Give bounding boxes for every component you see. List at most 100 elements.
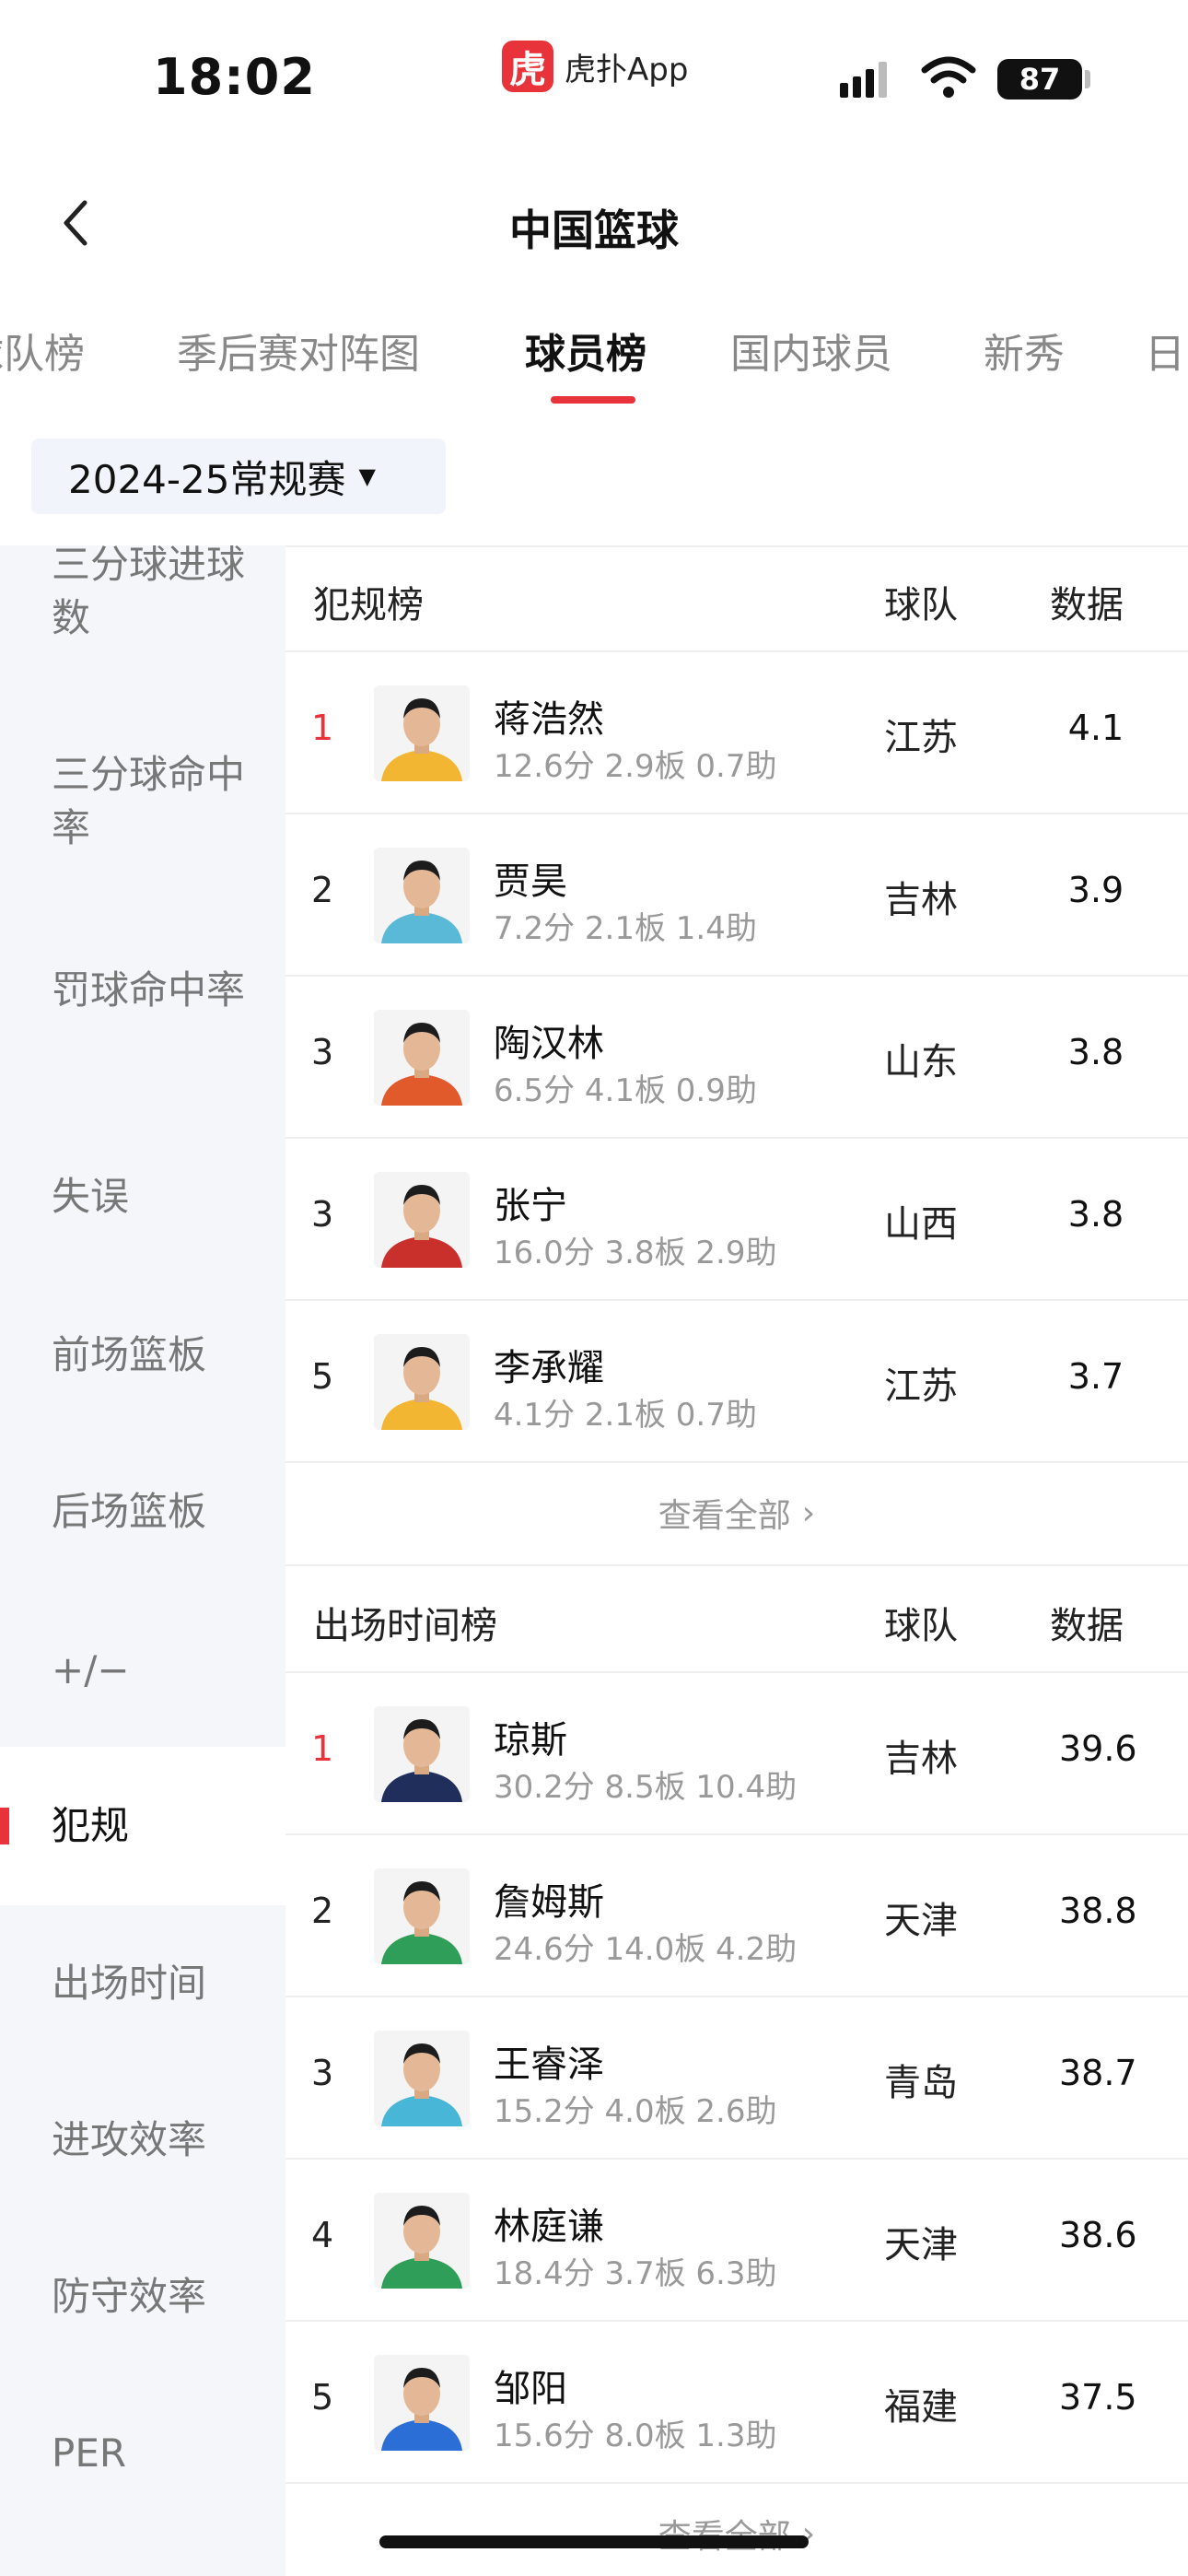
- fouls-board-header: 犯规榜 球队 数据: [285, 545, 1188, 652]
- player-row[interactable]: 4 林庭谦 18.4分 3.7板 6.3助 天津 38.6: [285, 2160, 1188, 2322]
- player-name[interactable]: 林庭谦: [494, 2196, 604, 2250]
- player-season-stats: 30.2分 8.5板 10.4助: [494, 1769, 798, 1806]
- tab-domestic-players[interactable]: 国内球员: [730, 321, 892, 380]
- tab-rookies[interactable]: 新秀: [984, 321, 1065, 380]
- player-team: 江苏: [884, 1365, 958, 1408]
- player-avatar[interactable]: [374, 1868, 470, 1964]
- player-avatar[interactable]: [374, 1010, 470, 1106]
- player-rank: 1: [311, 1728, 334, 1769]
- sidebar-item-fouls[interactable]: 犯规: [0, 1747, 285, 1905]
- sidebar-item-minutes[interactable]: 出场时间: [0, 1957, 285, 2010]
- tab-player-rank[interactable]: 球员榜: [525, 321, 646, 380]
- player-name[interactable]: 邹阳: [494, 2359, 567, 2412]
- sidebar-item-plus-minus[interactable]: +/−: [0, 1644, 285, 1697]
- active-category-marker: [0, 1808, 9, 1844]
- sidebar-item-three-point-pct[interactable]: 三分球命中率: [0, 748, 285, 855]
- player-row[interactable]: 3 张宁 16.0分 3.8板 2.9助 山西 3.8: [285, 1139, 1188, 1301]
- player-avatar[interactable]: [374, 1706, 470, 1802]
- player-season-stats: 15.6分 8.0板 1.3助: [494, 2418, 777, 2454]
- player-row[interactable]: 5 邹阳 15.6分 8.0板 1.3助 福建 37.5: [285, 2322, 1188, 2484]
- minutes-board-header: 出场时间榜 球队 数据: [285, 1566, 1188, 1673]
- sidebar-item-fouls-label: 犯规: [52, 1803, 130, 1848]
- player-rank: 5: [311, 2377, 334, 2418]
- caret-down-icon: ▼: [358, 463, 376, 489]
- chevron-right-icon: ›: [801, 1493, 816, 1532]
- active-tab-indicator: [551, 396, 635, 404]
- player-row[interactable]: 2 詹姆斯 24.6分 14.0板 4.2助 天津 38.8: [285, 1835, 1188, 1997]
- player-name[interactable]: 詹姆斯: [494, 1872, 604, 1926]
- minutes-view-all-link[interactable]: 查看全部 ›: [285, 2482, 1188, 2576]
- player-row[interactable]: 3 陶汉林 6.5分 4.1板 0.9助 山东 3.8: [285, 977, 1188, 1139]
- fouls-view-all-link[interactable]: 查看全部 ›: [285, 1461, 1188, 1566]
- sidebar-item-offensive-rating[interactable]: 进攻效率: [0, 2113, 285, 2167]
- player-avatar[interactable]: [374, 2031, 470, 2126]
- player-stat-value: 4.1: [1067, 708, 1124, 748]
- player-team: 青岛: [884, 2062, 958, 2104]
- player-row[interactable]: 5 李承耀 4.1分 2.1板 0.7助 江苏 3.7: [285, 1301, 1188, 1463]
- player-team: 天津: [884, 2224, 958, 2266]
- player-avatar[interactable]: [374, 1334, 470, 1430]
- player-name[interactable]: 贾昊: [494, 851, 567, 905]
- status-time: 18:02: [153, 48, 316, 106]
- player-team: 天津: [884, 1900, 958, 1942]
- tab-team-rank[interactable]: 球队榜: [0, 321, 85, 380]
- sidebar-item-turnovers[interactable]: 失误: [0, 1170, 285, 1224]
- player-season-stats: 6.5分 4.1板 0.9助: [494, 1072, 757, 1109]
- fouls-board-title: 犯规榜: [313, 584, 424, 626]
- player-season-stats: 12.6分 2.9板 0.7助: [494, 748, 777, 785]
- player-team: 山西: [884, 1203, 958, 1246]
- app-badge: 虎 虎扑App: [502, 41, 688, 92]
- tab-playoff-bracket[interactable]: 季后赛对阵图: [177, 321, 420, 380]
- player-name[interactable]: 王睿泽: [494, 2034, 604, 2088]
- view-all-label: 查看全部: [658, 2510, 791, 2558]
- player-stat-value: 38.7: [1059, 2053, 1137, 2093]
- stat-category-sidebar: 三分球进球数 三分球命中率 罚球命中率 失误 前场篮板 后场篮板 +/− 犯规 …: [0, 545, 285, 2576]
- player-stat-value: 3.7: [1067, 1356, 1124, 1397]
- player-row[interactable]: 1 琼斯 30.2分 8.5板 10.4助 吉林 39.6: [285, 1673, 1188, 1835]
- home-indicator: [379, 2535, 809, 2548]
- page-title: 中国篮球: [509, 205, 679, 255]
- player-name[interactable]: 陶汉林: [494, 1013, 604, 1067]
- season-dropdown[interactable]: 2024-25常规赛 ▼: [31, 439, 446, 514]
- player-name[interactable]: 张宁: [494, 1176, 567, 1229]
- sidebar-item-three-pointers-made[interactable]: 三分球进球数: [0, 545, 285, 645]
- tab-bar: 球队榜 季后赛对阵图 球员榜 国内球员 新秀 日: [0, 304, 1188, 405]
- nav-header: 中国篮球: [0, 175, 1188, 276]
- player-row[interactable]: 1 蒋浩然 12.6分 2.9板 0.7助 江苏 4.1: [285, 652, 1188, 814]
- player-row[interactable]: 3 王睿泽 15.2分 4.0板 2.6助 青岛 38.7: [285, 1997, 1188, 2160]
- player-row[interactable]: 2 贾昊 7.2分 2.1板 1.4助 吉林 3.9: [285, 814, 1188, 977]
- app-name: 虎扑App: [565, 51, 689, 88]
- player-rank: 5: [311, 1356, 334, 1397]
- sidebar-item-defensive-rebounds[interactable]: 后场篮板: [0, 1485, 285, 1539]
- player-avatar[interactable]: [374, 1172, 470, 1268]
- player-stat-value: 38.8: [1059, 1891, 1137, 1931]
- player-season-stats: 15.2分 4.0板 2.6助: [494, 2093, 777, 2130]
- sidebar-item-offensive-rebounds[interactable]: 前场篮板: [0, 1329, 285, 1382]
- sidebar-item-defensive-rating[interactable]: 防守效率: [0, 2270, 285, 2324]
- player-name[interactable]: 蒋浩然: [494, 689, 604, 743]
- player-stat-value: 38.6: [1059, 2215, 1137, 2255]
- player-team: 江苏: [884, 717, 958, 759]
- view-all-label: 查看全部: [658, 1497, 791, 1535]
- team-column-header: 球队: [884, 1605, 958, 1647]
- player-season-stats: 7.2分 2.1板 1.4助: [494, 910, 757, 947]
- player-rank: 3: [311, 1032, 334, 1072]
- player-season-stats: 24.6分 14.0板 4.2助: [494, 1931, 798, 1968]
- app-logo-icon: 虎: [502, 41, 553, 92]
- player-avatar[interactable]: [374, 2193, 470, 2289]
- player-season-stats: 18.4分 3.7板 6.3助: [494, 2255, 777, 2292]
- wifi-icon: [921, 56, 976, 98]
- player-avatar[interactable]: [374, 685, 470, 781]
- player-stat-value: 39.6: [1059, 1728, 1137, 1769]
- minutes-board-title: 出场时间榜: [313, 1605, 497, 1647]
- player-name[interactable]: 琼斯: [494, 1710, 567, 1763]
- player-name[interactable]: 李承耀: [494, 1338, 604, 1391]
- player-avatar[interactable]: [374, 2355, 470, 2451]
- player-rank: 2: [311, 1891, 334, 1931]
- player-team: 福建: [884, 2386, 958, 2429]
- tab-more[interactable]: 日: [1145, 321, 1185, 380]
- player-avatar[interactable]: [374, 848, 470, 943]
- data-column-header: 数据: [1050, 1605, 1124, 1647]
- sidebar-item-free-throw-pct[interactable]: 罚球命中率: [0, 964, 285, 1017]
- sidebar-item-per[interactable]: PER: [0, 2427, 285, 2480]
